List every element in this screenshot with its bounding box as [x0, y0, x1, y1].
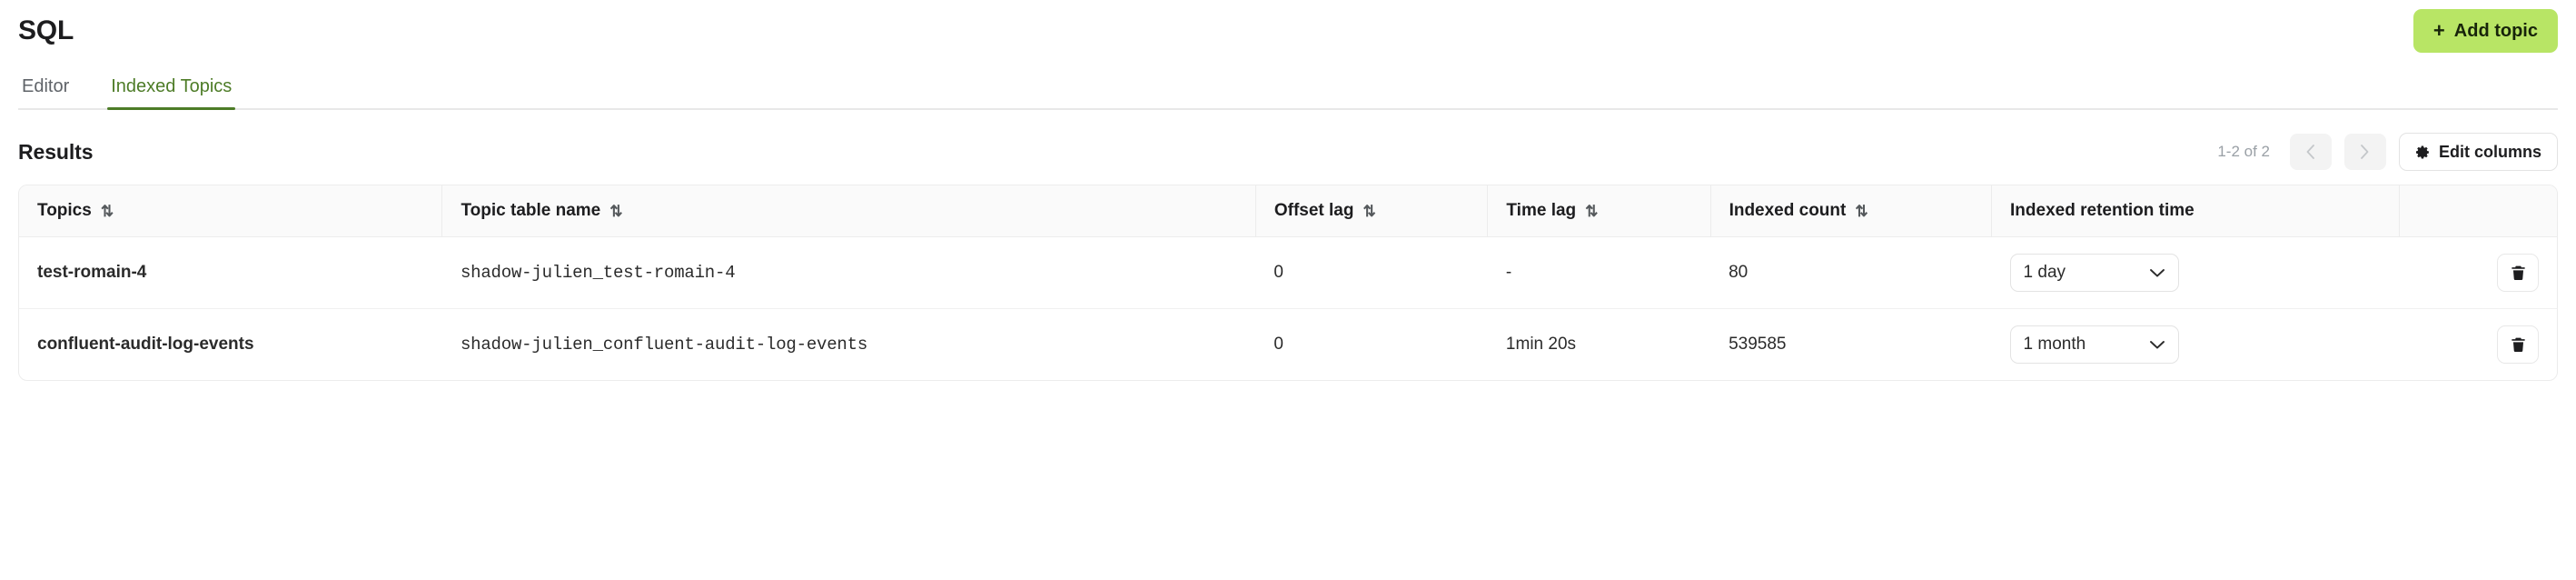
cell-indexed-count: 539585 — [1729, 335, 1787, 354]
chevron-right-icon — [2361, 145, 2369, 159]
edit-columns-label: Edit columns — [2438, 142, 2541, 161]
cell-indexed-retention-time: 1 month — [1992, 309, 2400, 381]
tab-editor[interactable]: Editor — [18, 76, 73, 110]
table-body: test-romain-4 shadow-julien_test-romain-… — [19, 236, 2557, 381]
delete-row-button[interactable] — [2497, 325, 2539, 364]
retention-time-select[interactable]: 1 day — [2009, 254, 2179, 292]
column-header-topic-table-name-label: Topic table name — [461, 201, 601, 220]
retention-time-value: 1 day — [2023, 263, 2066, 282]
column-header-indexed-retention-time: Indexed retention time — [1991, 185, 2400, 237]
chevron-down-icon — [2149, 268, 2165, 277]
cell-offset-lag: 0 — [1255, 236, 1488, 309]
page-title: SQL — [18, 15, 74, 45]
column-header-indexed-retention-time-label: Indexed retention time — [2010, 201, 2195, 220]
column-header-topic-table-name[interactable]: Topic table name ⇅ — [441, 185, 1256, 237]
results-table: Topics ⇅ Topic table name ⇅ Offset lag ⇅… — [19, 185, 2557, 380]
cell-actions — [2399, 236, 2557, 309]
sort-ascending-descending-icon[interactable]: ⇅ — [1362, 204, 1375, 219]
cell-topic-table-name: shadow-julien_confluent-audit-log-events — [460, 335, 868, 355]
table-row: test-romain-4 shadow-julien_test-romain-… — [19, 236, 2557, 309]
tab-indexed-topics[interactable]: Indexed Topics — [107, 76, 236, 110]
add-topic-label: Add topic — [2453, 21, 2538, 41]
cell-indexed-count: 80 — [1710, 236, 1992, 309]
cell-offset-lag: 0 — [1273, 335, 1283, 354]
next-page-button[interactable] — [2343, 134, 2386, 170]
sort-ascending-descending-icon[interactable]: ⇅ — [1585, 204, 1598, 219]
sql-indexed-topics-page: SQL + Add topic Editor Indexed Topics Re… — [0, 0, 2576, 580]
trash-icon — [2511, 337, 2525, 352]
trash-icon — [2511, 265, 2525, 280]
tab-bar: Editor Indexed Topics — [18, 76, 2558, 110]
results-title: Results — [18, 139, 94, 164]
column-header-topics[interactable]: Topics ⇅ — [19, 185, 443, 237]
chevron-down-icon — [2149, 340, 2165, 349]
plus-icon: + — [2432, 19, 2445, 42]
column-header-time-lag-label: Time lag — [1506, 201, 1577, 220]
sort-ascending-descending-icon[interactable]: ⇅ — [1855, 204, 1868, 219]
cell-time-lag: - — [1487, 236, 1711, 309]
retention-time-select[interactable]: 1 month — [2009, 325, 2179, 364]
cell-topic: confluent-audit-log-events — [37, 335, 254, 354]
previous-page-button[interactable] — [2289, 134, 2332, 170]
column-header-topics-label: Topics — [37, 201, 92, 220]
table-header: Topics ⇅ Topic table name ⇅ Offset lag ⇅… — [19, 185, 2557, 237]
table-header-row: Topics ⇅ Topic table name ⇅ Offset lag ⇅… — [19, 185, 2557, 237]
results-tools: 1-2 of 2 Edit columns — [2217, 133, 2558, 171]
add-topic-button[interactable]: + Add topic — [2413, 9, 2558, 53]
results-toolbar: Results 1-2 of 2 Edit columns — [18, 130, 2558, 174]
pagination-label: 1-2 of 2 — [2217, 143, 2270, 160]
cell-time-lag: 1min 20s — [1505, 335, 1577, 354]
cell-indexed-retention-time: 1 day — [1991, 236, 2400, 309]
cell-topic-table-name: shadow-julien_test-romain-4 — [441, 236, 1256, 309]
gear-icon — [2415, 145, 2429, 158]
column-header-time-lag[interactable]: Time lag ⇅ — [1487, 185, 1711, 237]
delete-row-button[interactable] — [2497, 254, 2539, 292]
cell-topic: test-romain-4 — [19, 236, 442, 309]
column-header-indexed-count[interactable]: Indexed count ⇅ — [1710, 185, 1993, 237]
sort-ascending-descending-icon[interactable]: ⇅ — [101, 204, 114, 219]
results-table-container: Topics ⇅ Topic table name ⇅ Offset lag ⇅… — [18, 185, 2558, 381]
cell-actions — [2399, 309, 2557, 381]
table-row: confluent-audit-log-events shadow-julien… — [19, 309, 2557, 381]
column-header-offset-lag-label: Offset lag — [1273, 201, 1354, 220]
column-header-indexed-count-label: Indexed count — [1729, 201, 1847, 220]
column-header-offset-lag[interactable]: Offset lag ⇅ — [1255, 185, 1489, 237]
retention-time-value: 1 month — [2023, 335, 2086, 354]
page-header: SQL + Add topic — [18, 0, 2558, 56]
chevron-left-icon — [2307, 145, 2315, 159]
column-header-actions — [2399, 185, 2557, 237]
edit-columns-button[interactable]: Edit columns — [2398, 133, 2558, 171]
sort-ascending-descending-icon[interactable]: ⇅ — [609, 204, 622, 219]
